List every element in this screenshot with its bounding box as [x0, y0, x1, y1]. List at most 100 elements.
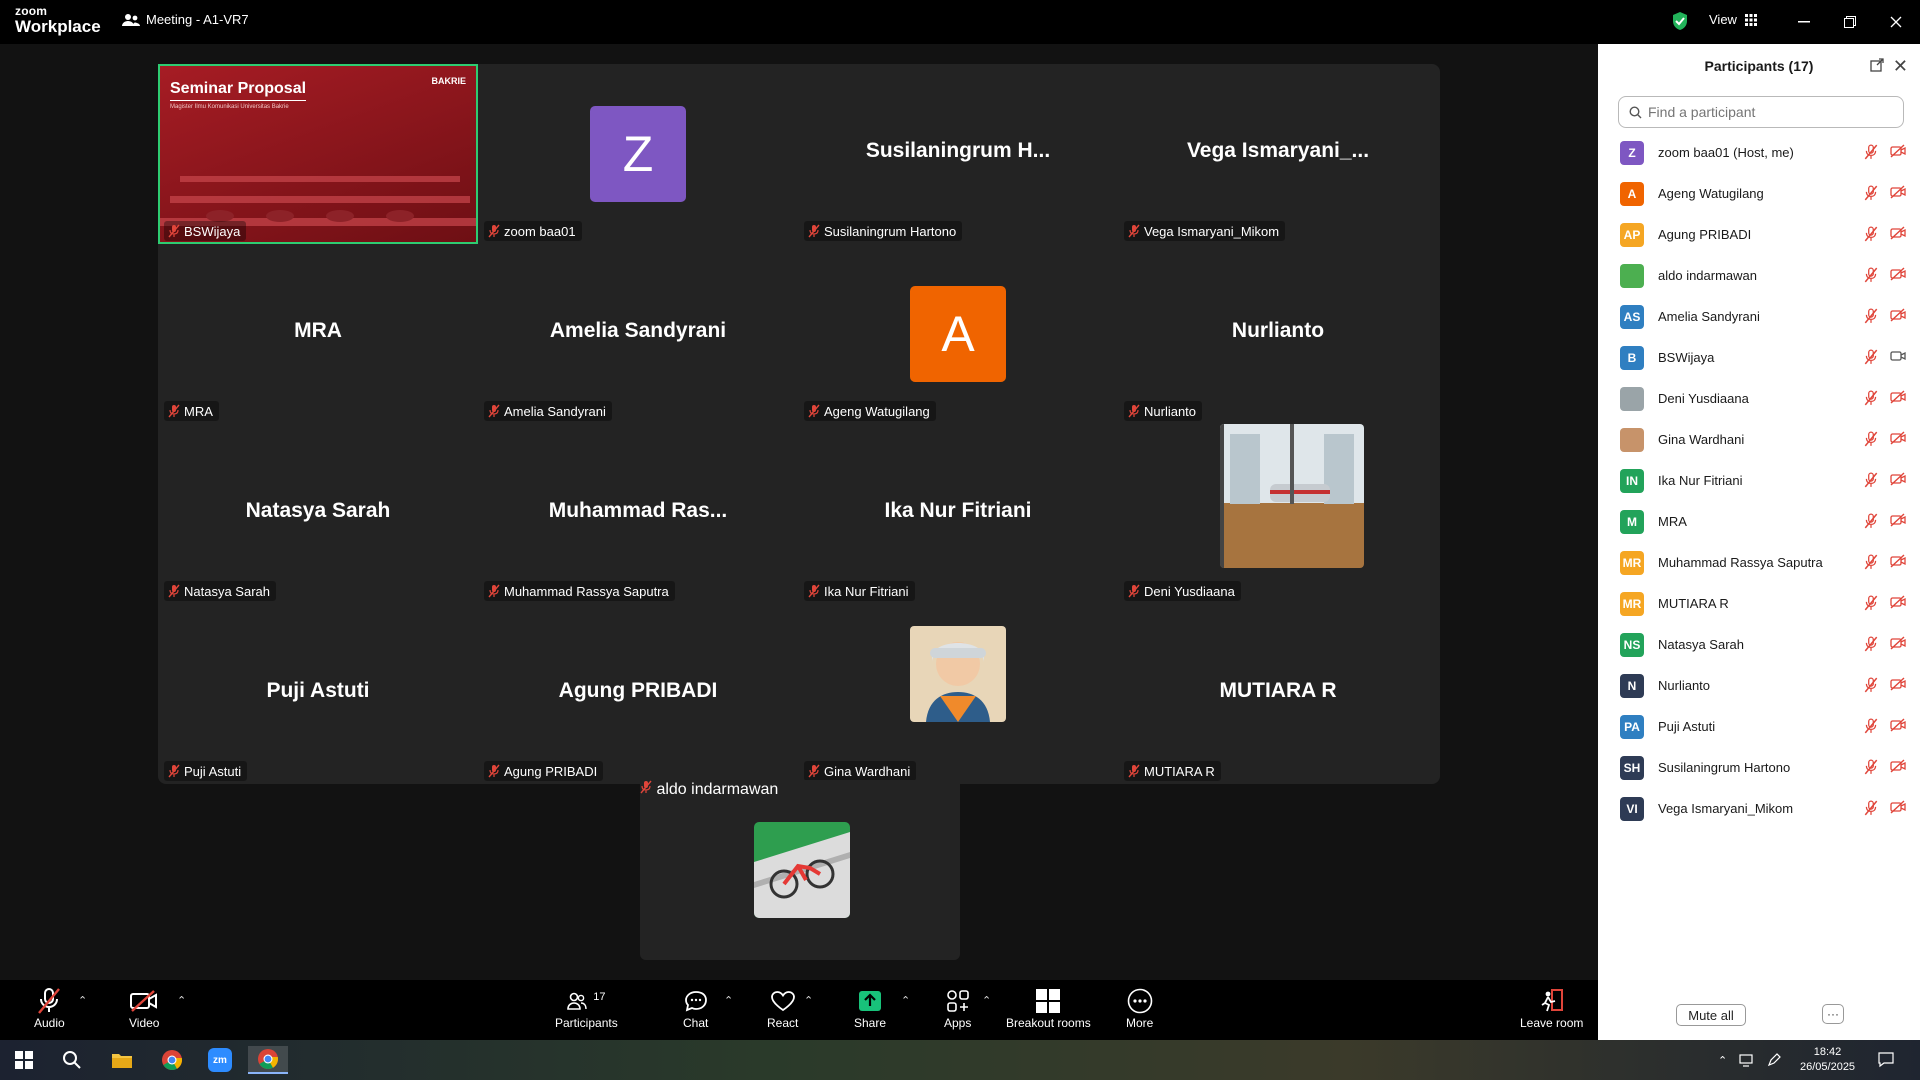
- video-options-chevron-icon[interactable]: ⌃: [177, 994, 186, 1007]
- video-off-icon[interactable]: [1890, 513, 1906, 527]
- participant-row[interactable]: A Ageng Watugilang: [1598, 173, 1920, 214]
- participant-row[interactable]: NS Natasya Sarah: [1598, 624, 1920, 665]
- video-off-icon[interactable]: [1890, 554, 1906, 568]
- pop-out-icon[interactable]: [1870, 58, 1884, 72]
- apps-options-chevron-icon[interactable]: ⌃: [982, 994, 991, 1007]
- participant-row[interactable]: PA Puji Astuti: [1598, 706, 1920, 747]
- mic-muted-icon[interactable]: [1864, 267, 1878, 283]
- video-tile[interactable]: Amelia Sandyrani Amelia Sandyrani: [478, 244, 798, 424]
- taskbar-search-button[interactable]: [52, 1046, 92, 1074]
- tray-chevron-icon[interactable]: ⌃: [1718, 1054, 1727, 1067]
- video-off-icon[interactable]: [1890, 636, 1906, 650]
- video-tile[interactable]: Agung PRIBADI Agung PRIBADI: [478, 604, 798, 784]
- mic-muted-icon[interactable]: [1864, 759, 1878, 775]
- video-tile[interactable]: Susilaningrum H... Susilaningrum Hartono: [798, 64, 1118, 244]
- shield-icon[interactable]: [1671, 11, 1689, 31]
- react-options-chevron-icon[interactable]: ⌃: [804, 994, 813, 1007]
- breakout-rooms-button[interactable]: Breakout rooms: [1006, 986, 1091, 1030]
- close-button[interactable]: [1884, 10, 1908, 34]
- video-tile[interactable]: Deni Yusdiaana: [1118, 424, 1438, 604]
- video-off-icon[interactable]: [1890, 144, 1906, 158]
- chat-button[interactable]: Chat: [683, 986, 708, 1030]
- participant-row[interactable]: Gina Wardhani: [1598, 419, 1920, 460]
- react-button[interactable]: React: [767, 986, 798, 1030]
- meeting-info[interactable]: Meeting - A1-VR7: [122, 12, 249, 27]
- video-tile[interactable]: Seminar Proposal Magister Ilmu Komunikasi…: [158, 64, 478, 244]
- video-off-icon[interactable]: [1890, 595, 1906, 609]
- video-off-icon[interactable]: [1890, 185, 1906, 199]
- video-off-icon[interactable]: [1890, 267, 1906, 281]
- mic-muted-icon[interactable]: [1864, 513, 1878, 529]
- mic-muted-icon[interactable]: [1864, 144, 1878, 160]
- mute-all-button[interactable]: Mute all: [1676, 1004, 1746, 1026]
- network-icon[interactable]: [1739, 1053, 1755, 1067]
- minimize-button[interactable]: [1792, 10, 1816, 34]
- participant-row[interactable]: aldo indarmawan: [1598, 255, 1920, 296]
- share-button[interactable]: Share: [854, 986, 886, 1030]
- participant-row[interactable]: MR Muhammad Rassya Saputra: [1598, 542, 1920, 583]
- video-tile[interactable]: A Ageng Watugilang: [798, 244, 1118, 424]
- video-tile[interactable]: Zzoom baa01: [478, 64, 798, 244]
- close-panel-icon[interactable]: ✕: [1893, 56, 1908, 77]
- mic-muted-icon[interactable]: [1864, 554, 1878, 570]
- participant-row[interactable]: VI Vega Ismaryani_Mikom: [1598, 788, 1920, 829]
- start-button[interactable]: [4, 1046, 44, 1074]
- mic-muted-icon[interactable]: [1864, 185, 1878, 201]
- video-tile[interactable]: Ika Nur Fitriani Ika Nur Fitriani: [798, 424, 1118, 604]
- mic-muted-icon[interactable]: [1864, 308, 1878, 324]
- participant-row[interactable]: B BSWijaya: [1598, 337, 1920, 378]
- audio-button[interactable]: Audio: [34, 986, 65, 1030]
- participant-row[interactable]: Zzoom baa01 (Host, me): [1598, 132, 1920, 173]
- participant-row[interactable]: MR MUTIARA R: [1598, 583, 1920, 624]
- mic-muted-icon[interactable]: [1864, 472, 1878, 488]
- mic-muted-icon[interactable]: [1864, 718, 1878, 734]
- mic-muted-icon[interactable]: [1864, 226, 1878, 242]
- more-button[interactable]: More: [1126, 986, 1153, 1030]
- apps-button[interactable]: Apps: [944, 986, 971, 1030]
- mic-muted-icon[interactable]: [1864, 677, 1878, 693]
- mic-muted-icon[interactable]: [1864, 431, 1878, 447]
- clock[interactable]: 18:42 26/05/2025: [1800, 1040, 1855, 1080]
- participant-row[interactable]: AS Amelia Sandyrani: [1598, 296, 1920, 337]
- video-tile[interactable]: MRA MRA: [158, 244, 478, 424]
- participant-row[interactable]: M MRA: [1598, 501, 1920, 542]
- participant-row[interactable]: IN Ika Nur Fitriani: [1598, 460, 1920, 501]
- leave-room-button[interactable]: Leave room: [1520, 986, 1583, 1030]
- video-tile[interactable]: Nurlianto Nurlianto: [1118, 244, 1438, 424]
- audio-options-chevron-icon[interactable]: ⌃: [78, 994, 87, 1007]
- mic-muted-icon[interactable]: [1864, 636, 1878, 652]
- video-off-icon[interactable]: [1890, 390, 1906, 404]
- video-off-icon[interactable]: [1890, 472, 1906, 486]
- restore-button[interactable]: [1838, 10, 1862, 34]
- mic-muted-icon[interactable]: [1864, 595, 1878, 611]
- video-button[interactable]: Video: [129, 986, 159, 1030]
- participant-row[interactable]: SH Susilaningrum Hartono: [1598, 747, 1920, 788]
- video-off-icon[interactable]: [1890, 677, 1906, 691]
- video-tile[interactable]: Muhammad Ras... Muhammad Rassya Saputra: [478, 424, 798, 604]
- mic-muted-icon[interactable]: [1864, 800, 1878, 816]
- participant-row[interactable]: Deni Yusdiaana: [1598, 378, 1920, 419]
- zoom-app-button[interactable]: zm: [200, 1046, 240, 1074]
- video-off-icon[interactable]: [1890, 800, 1906, 814]
- video-tile[interactable]: Puji Astuti Puji Astuti: [158, 604, 478, 784]
- mic-muted-icon[interactable]: [1864, 390, 1878, 406]
- video-tile-aldo[interactable]: aldo indarmawan: [640, 780, 960, 960]
- mic-muted-icon[interactable]: [1864, 349, 1878, 365]
- video-off-icon[interactable]: [1890, 308, 1906, 322]
- participant-search[interactable]: [1618, 96, 1904, 128]
- panel-more-button[interactable]: ···: [1822, 1004, 1844, 1024]
- notifications-button[interactable]: [1878, 1040, 1894, 1080]
- chat-options-chevron-icon[interactable]: ⌃: [724, 994, 733, 1007]
- view-button[interactable]: View: [1709, 12, 1757, 27]
- video-tile[interactable]: Gina Wardhani: [798, 604, 1118, 784]
- chrome-button[interactable]: [152, 1046, 192, 1074]
- file-explorer-button[interactable]: [102, 1046, 142, 1074]
- video-tile[interactable]: Natasya Sarah Natasya Sarah: [158, 424, 478, 604]
- participant-row[interactable]: N Nurlianto: [1598, 665, 1920, 706]
- participant-row[interactable]: AP Agung PRIBADI: [1598, 214, 1920, 255]
- video-off-icon[interactable]: [1890, 718, 1906, 732]
- video-off-icon[interactable]: [1890, 431, 1906, 445]
- video-tile[interactable]: MUTIARA R MUTIARA R: [1118, 604, 1438, 784]
- search-input[interactable]: [1648, 104, 1898, 120]
- video-off-icon[interactable]: [1890, 226, 1906, 240]
